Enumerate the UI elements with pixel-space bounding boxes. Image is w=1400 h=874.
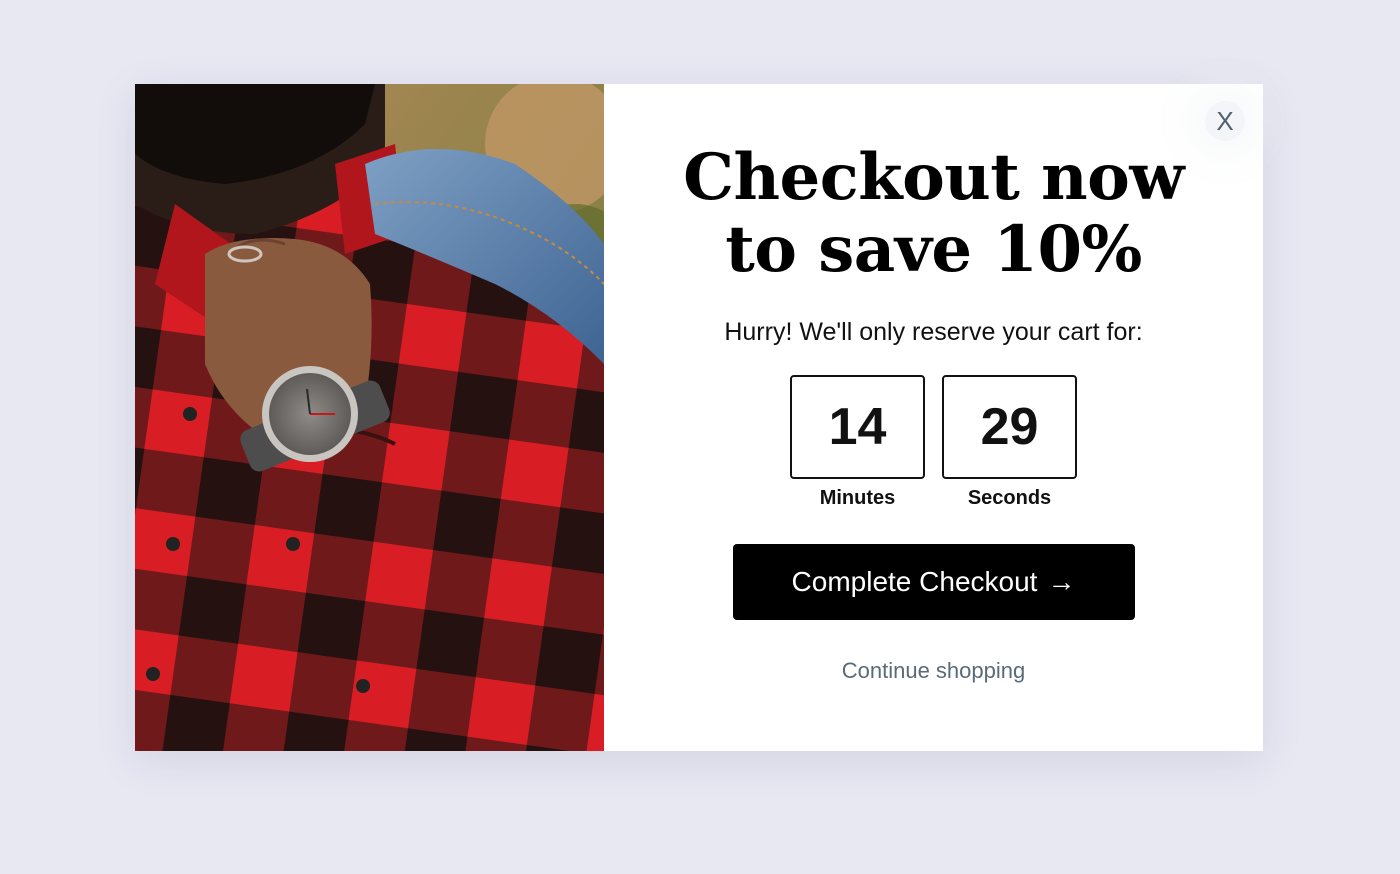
- checkout-popup: X Checkout now to save 10% Hurry! We'll …: [135, 84, 1263, 751]
- countdown-timer: 14 Minutes 29 Seconds: [790, 375, 1077, 510]
- popup-subtext: Hurry! We'll only reserve your cart for:: [724, 318, 1143, 346]
- timer-minutes: 14 Minutes: [790, 375, 925, 510]
- complete-checkout-button[interactable]: Complete Checkout →: [732, 544, 1135, 620]
- arrow-right-icon: →: [1047, 566, 1076, 597]
- seconds-value: 29: [942, 375, 1077, 479]
- content-panel: X Checkout now to save 10% Hurry! We'll …: [604, 84, 1263, 751]
- close-button[interactable]: X: [1205, 101, 1245, 141]
- continue-shopping-link[interactable]: Continue shopping: [842, 658, 1025, 684]
- complete-checkout-label: Complete Checkout: [791, 566, 1038, 597]
- popup-headline: Checkout now to save 10%: [683, 140, 1184, 287]
- plaid-shirt-illustration: [135, 84, 604, 751]
- minutes-value: 14: [790, 375, 925, 479]
- minutes-label: Minutes: [819, 487, 896, 509]
- hero-photo: [135, 84, 604, 751]
- close-icon: X: [1216, 106, 1234, 136]
- timer-seconds: 29 Seconds: [942, 375, 1077, 510]
- seconds-label: Seconds: [967, 487, 1052, 509]
